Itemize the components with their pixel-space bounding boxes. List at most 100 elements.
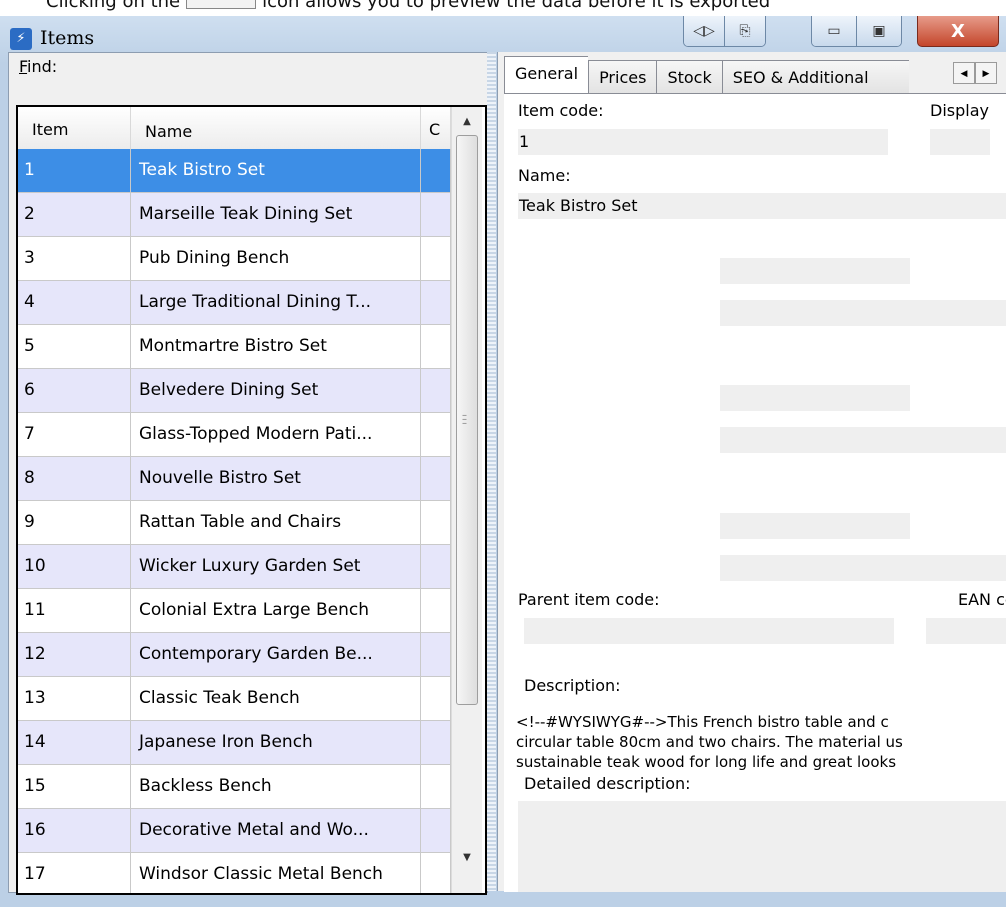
name-cell: Backless Bench xyxy=(131,765,421,808)
detail-field-5[interactable] xyxy=(720,513,910,539)
name-cell: Classic Teak Bench xyxy=(131,677,421,720)
detail-field-6[interactable] xyxy=(720,555,1006,581)
tab-general[interactable]: General xyxy=(504,56,589,95)
table-row[interactable]: 15 Backless Bench xyxy=(18,765,451,809)
item-cell: 1 xyxy=(18,149,131,192)
table-row[interactable]: 6 Belvedere Dining Set xyxy=(18,369,451,413)
table-row[interactable]: 7 Glass-Topped Modern Pati... xyxy=(18,413,451,457)
column-header-name[interactable]: Name xyxy=(131,107,421,149)
c-cell xyxy=(421,501,451,544)
scroll-up-icon[interactable]: ▲ xyxy=(452,107,482,137)
detailed-description-label: Detailed description: xyxy=(524,774,691,793)
table-row[interactable]: 13 Classic Teak Bench xyxy=(18,677,451,721)
minimize-icon[interactable]: ▭ xyxy=(812,16,857,46)
item-cell: 3 xyxy=(18,237,131,280)
name-cell: Glass-Topped Modern Pati... xyxy=(131,413,421,456)
scroll-thumb[interactable]: – – – xyxy=(456,135,478,705)
description-label: Description: xyxy=(524,676,621,695)
item-cell: 5 xyxy=(18,325,131,368)
description-line: sustainable teak wood for long life and … xyxy=(516,753,897,771)
table-row[interactable]: 3 Pub Dining Bench xyxy=(18,237,451,281)
c-cell xyxy=(421,413,451,456)
item-cell: 9 xyxy=(18,501,131,544)
table-row[interactable]: 5 Montmartre Bistro Set xyxy=(18,325,451,369)
tab-prices[interactable]: Prices xyxy=(588,60,657,96)
name-cell: Colonial Extra Large Bench xyxy=(131,589,421,632)
tab-seo-additional[interactable]: SEO & Additional xyxy=(721,60,909,96)
table-row[interactable]: 4 Large Traditional Dining T... xyxy=(18,281,451,325)
window-controls: ▭ ▣ xyxy=(811,16,902,47)
item-cell: 16 xyxy=(18,809,131,852)
instruction-caption: Clicking on the icon allows you to previe… xyxy=(46,0,770,13)
table-row[interactable]: 1 Teak Bistro Set xyxy=(18,149,451,193)
table-row[interactable]: 16 Decorative Metal and Wo... xyxy=(18,809,451,853)
item-code-field[interactable] xyxy=(518,129,888,155)
description-line: circular table 80cm and two chairs. The … xyxy=(516,733,903,751)
item-code-value: 1 xyxy=(519,132,530,151)
navigate-icon[interactable]: ◁▷ xyxy=(684,16,725,46)
column-header-c[interactable]: C xyxy=(421,107,451,149)
table-row[interactable]: 17 Windsor Classic Metal Bench xyxy=(18,853,451,893)
detail-field-2[interactable] xyxy=(720,300,1006,326)
c-cell xyxy=(421,325,451,368)
items-grid[interactable]: Item Name C 1 Teak Bistro Set 2 Marseille T… xyxy=(16,105,487,895)
item-code-label: Item code: xyxy=(518,101,604,120)
grid-header: Item Name C xyxy=(18,107,451,150)
close-icon[interactable]: X xyxy=(917,16,999,47)
tab-scroll-right-icon[interactable]: ▶ xyxy=(975,62,997,84)
table-row[interactable]: 11 Colonial Extra Large Bench xyxy=(18,589,451,633)
item-cell: 8 xyxy=(18,457,131,500)
find-label: Find: xyxy=(19,57,58,76)
table-row[interactable]: 8 Nouvelle Bistro Set xyxy=(18,457,451,501)
display-field[interactable] xyxy=(930,129,990,155)
item-cell: 15 xyxy=(18,765,131,808)
name-cell: Teak Bistro Set xyxy=(131,149,421,192)
grip-icon: – – – xyxy=(462,410,467,429)
name-cell: Windsor Classic Metal Bench xyxy=(131,853,421,893)
item-cell: 14 xyxy=(18,721,131,764)
grid-scrollbar[interactable]: ▲ – – – ▼ xyxy=(451,107,482,893)
item-cell: 17 xyxy=(18,853,131,893)
tab-stock[interactable]: Stock xyxy=(656,60,722,96)
table-row[interactable]: 12 Contemporary Garden Be... xyxy=(18,633,451,677)
detail-field-3[interactable] xyxy=(720,385,910,411)
toolbar-group: ◁▷ ⎘ xyxy=(683,16,766,47)
table-row[interactable]: 10 Wicker Luxury Garden Set xyxy=(18,545,451,589)
table-row[interactable]: 14 Japanese Iron Bench xyxy=(18,721,451,765)
c-cell xyxy=(421,677,451,720)
detailed-description-field[interactable] xyxy=(518,801,1006,892)
name-cell: Large Traditional Dining T... xyxy=(131,281,421,324)
name-cell: Nouvelle Bistro Set xyxy=(131,457,421,500)
tab-scroll-left-icon[interactable]: ◀ xyxy=(953,62,975,84)
name-cell: Marseille Teak Dining Set xyxy=(131,193,421,236)
general-tab-content: Item code: Display 1 Name: Teak Bistro S… xyxy=(504,93,1006,892)
item-detail-panel: General Prices Stock SEO & Additional ◀ … xyxy=(497,52,1006,892)
ean-code-field[interactable] xyxy=(926,618,1006,644)
table-row[interactable]: 2 Marseille Teak Dining Set xyxy=(18,193,451,237)
table-row[interactable]: 9 Rattan Table and Chairs xyxy=(18,501,451,545)
c-cell xyxy=(421,237,451,280)
column-header-item[interactable]: Item xyxy=(18,107,131,149)
item-cell: 4 xyxy=(18,281,131,324)
item-cell: 7 xyxy=(18,413,131,456)
maximize-icon[interactable]: ▣ xyxy=(857,16,901,46)
scroll-down-icon[interactable]: ▼ xyxy=(452,843,482,873)
name-cell: Montmartre Bistro Set xyxy=(131,325,421,368)
item-cell: 13 xyxy=(18,677,131,720)
c-cell xyxy=(421,765,451,808)
detail-field-4[interactable] xyxy=(720,427,1006,453)
name-cell: Pub Dining Bench xyxy=(131,237,421,280)
item-cell: 11 xyxy=(18,589,131,632)
c-cell xyxy=(421,853,451,893)
panel-splitter[interactable] xyxy=(487,52,496,891)
name-cell: Rattan Table and Chairs xyxy=(131,501,421,544)
item-cell: 12 xyxy=(18,633,131,676)
c-cell xyxy=(421,589,451,632)
description-text[interactable]: <!--#WYSIWYG#-->This French bistro table… xyxy=(516,712,1006,772)
preview-icon xyxy=(186,0,257,9)
detail-field-1[interactable] xyxy=(720,258,910,284)
export-icon[interactable]: ⎘ xyxy=(725,16,765,46)
parent-item-code-field[interactable] xyxy=(524,618,894,644)
c-cell xyxy=(421,281,451,324)
tab-strip: General Prices Stock SEO & Additional xyxy=(504,56,909,96)
